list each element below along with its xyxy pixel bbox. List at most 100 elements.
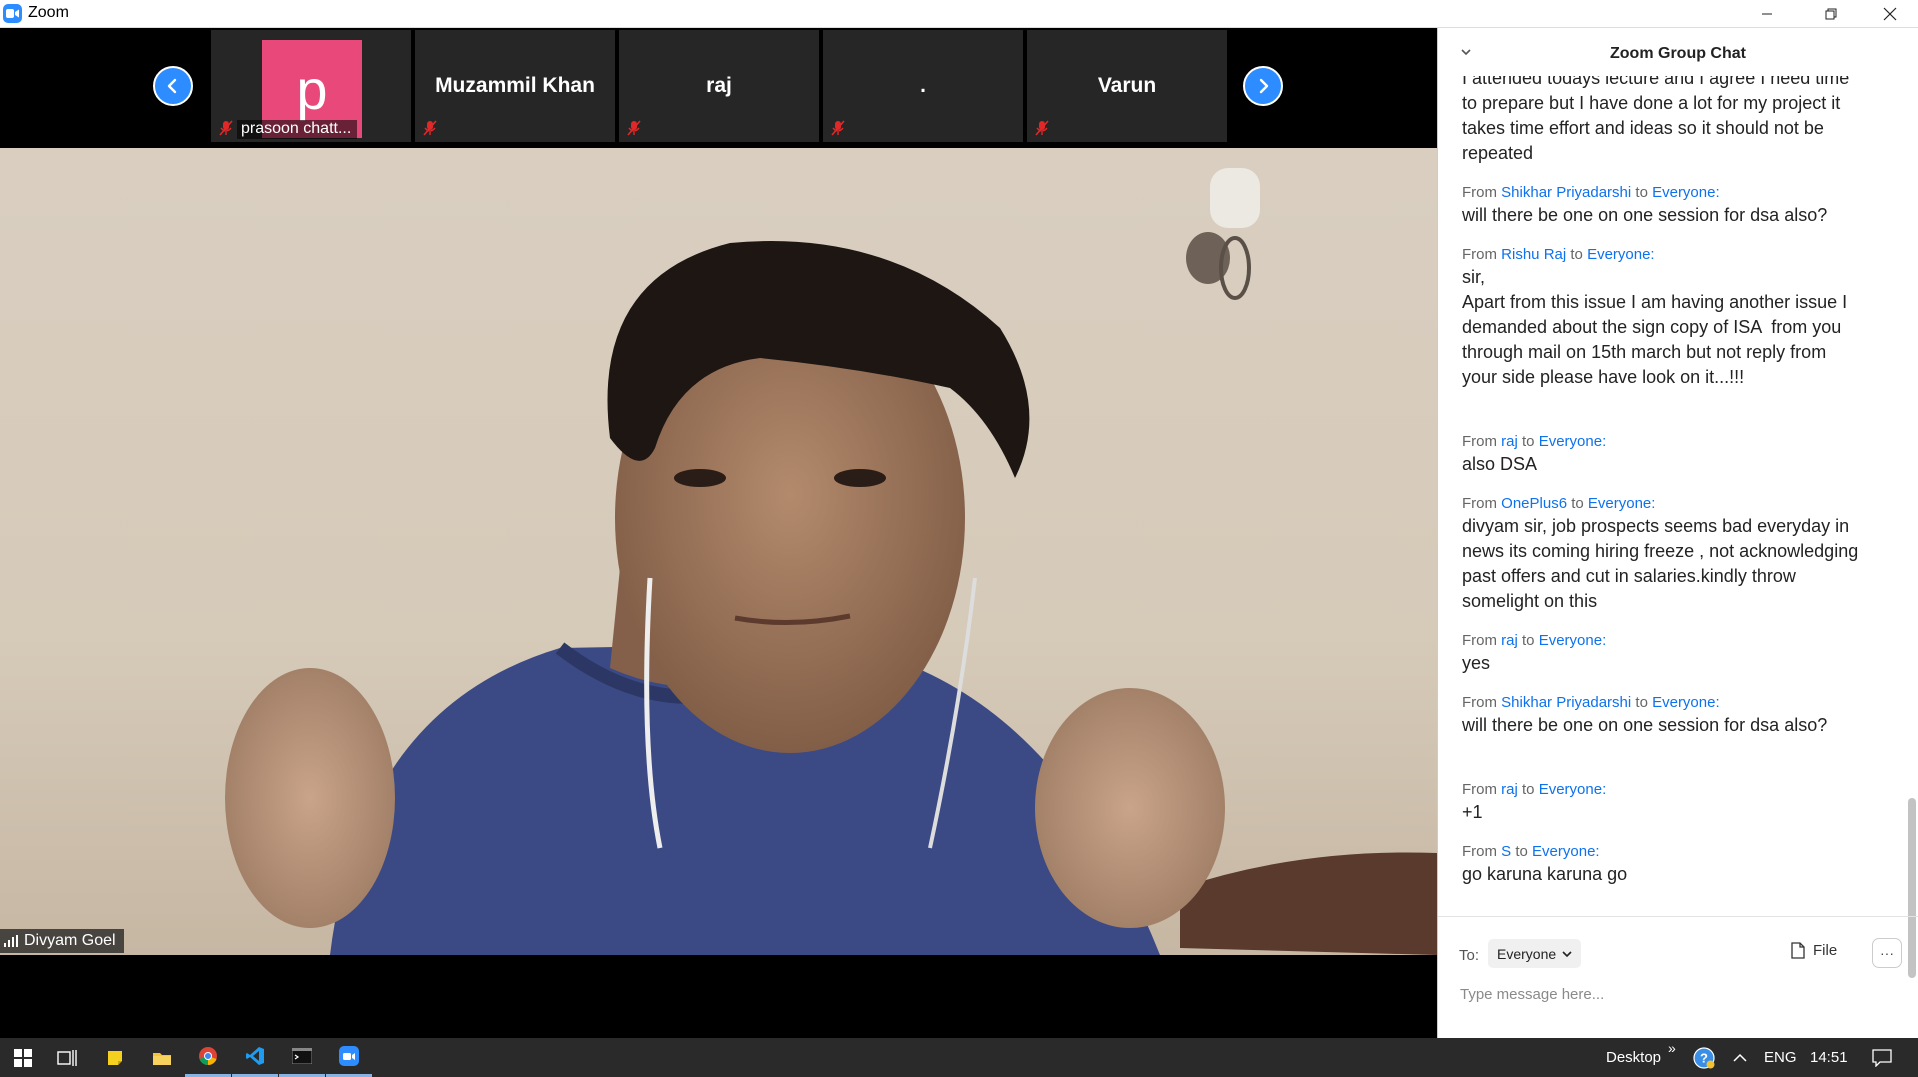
message-recipient[interactable]: Everyone: — [1539, 433, 1607, 450]
toolbar-overflow-icon[interactable]: » — [1668, 1040, 1676, 1056]
restore-button[interactable] — [1808, 0, 1854, 27]
task-view-button[interactable] — [44, 1038, 90, 1077]
more-options-button[interactable]: ··· — [1872, 938, 1902, 968]
message-header: From raj to Everyone: — [1462, 632, 1862, 649]
muted-mic-icon — [627, 120, 641, 136]
participant-tile[interactable]: Muzammil Khan — [415, 30, 615, 142]
message-sender[interactable]: OnePlus6 — [1501, 495, 1567, 512]
chevron-down-icon — [1562, 950, 1572, 957]
message-body: will there be one on one session for dsa… — [1462, 715, 1828, 735]
recipient-value: Everyone — [1497, 945, 1557, 962]
to-label: To: — [1459, 947, 1480, 964]
message-body: sir, Apart from this issue I am having a… — [1462, 267, 1848, 387]
message-recipient[interactable]: Everyone: — [1539, 781, 1607, 798]
to-word: to — [1522, 433, 1535, 450]
message-sender[interactable]: Shikhar Priyadarshi — [1501, 694, 1631, 711]
terminal-icon — [292, 1048, 312, 1064]
minimize-button[interactable] — [1744, 0, 1790, 27]
vscode-button[interactable] — [232, 1038, 278, 1077]
notification-icon — [1872, 1048, 1892, 1067]
desktop-toolbar-label[interactable]: Desktop — [1606, 1049, 1661, 1066]
participant-name: prasoon chatt... — [237, 120, 358, 139]
to-word: to — [1635, 184, 1648, 201]
participant-tile[interactable]: Varun — [1027, 30, 1227, 142]
message-recipient[interactable]: Everyone: — [1652, 694, 1720, 711]
message-header: From Shikhar Priyadarshi to Everyone: — [1462, 184, 1862, 201]
participant-name: Muzammil Khan — [435, 74, 595, 97]
file-button[interactable]: File — [1791, 942, 1837, 959]
message-recipient[interactable]: Everyone: — [1588, 495, 1656, 512]
chat-message: From Shikhar Priyadarshi to Everyone: wi… — [1462, 184, 1862, 228]
clock[interactable]: 14:51 — [1810, 1049, 1848, 1066]
participant-name: raj — [706, 74, 732, 97]
video-area: p prasoon chatt... Muzammil Khan raj . V… — [0, 28, 1437, 1038]
message-header: From raj to Everyone: — [1462, 433, 1862, 450]
participant-name: Varun — [1097, 74, 1157, 97]
chrome-button[interactable] — [185, 1038, 231, 1077]
chat-message: From raj to Everyone: yes — [1462, 632, 1862, 676]
chat-message-list[interactable]: I attended todays lecture and I agree I … — [1462, 76, 1862, 916]
message-sender[interactable]: Rishu Raj — [1501, 246, 1566, 263]
window-title: Zoom — [28, 4, 69, 21]
ellipsis-icon: ··· — [1880, 945, 1894, 961]
chevron-left-icon — [167, 78, 177, 94]
participant-strip: p prasoon chatt... Muzammil Khan raj . V… — [0, 28, 1437, 146]
sticky-notes-button[interactable] — [92, 1038, 138, 1077]
message-body: I attended todays lecture and I agree I … — [1462, 76, 1855, 163]
input-language[interactable]: ENG — [1764, 1049, 1797, 1066]
chat-message: From Shikhar Priyadarshi to Everyone: wi… — [1462, 694, 1862, 763]
windows-taskbar: Desktop » ? ENG 14:51 — [0, 1038, 1918, 1077]
previous-page-button[interactable] — [153, 66, 193, 106]
vscode-icon — [246, 1047, 264, 1065]
speaker-name: Divyam Goel — [24, 932, 116, 949]
action-center-button[interactable] — [1862, 1038, 1902, 1077]
zoom-icon — [339, 1046, 359, 1066]
chat-scrollbar[interactable] — [1908, 88, 1916, 978]
file-icon — [1791, 942, 1805, 959]
message-recipient[interactable]: Everyone: — [1532, 843, 1600, 860]
message-body: +1 — [1462, 802, 1483, 822]
title-bar: Zoom — [0, 0, 1918, 28]
participant-tile[interactable]: raj — [619, 30, 819, 142]
participant-tile[interactable]: p prasoon chatt... — [211, 30, 411, 142]
message-body: will there be one on one session for dsa… — [1462, 205, 1828, 225]
close-icon — [1883, 7, 1897, 20]
message-sender[interactable]: S — [1501, 843, 1511, 860]
message-sender[interactable]: raj — [1501, 781, 1518, 798]
chrome-icon — [199, 1047, 217, 1065]
message-sender[interactable]: raj — [1501, 632, 1518, 649]
chat-panel: Zoom Group Chat I attended todays lectur… — [1437, 28, 1918, 1038]
recipient-dropdown[interactable]: Everyone — [1488, 939, 1582, 968]
to-word: to — [1522, 632, 1535, 649]
minimize-icon — [1762, 13, 1772, 14]
zoom-taskbar-button[interactable] — [326, 1038, 372, 1077]
chat-message: From raj to Everyone: +1 — [1462, 781, 1862, 825]
speaker-video-frame — [225, 168, 1437, 955]
file-explorer-button[interactable] — [139, 1038, 185, 1077]
chevron-right-icon — [1259, 78, 1269, 94]
message-recipient[interactable]: Everyone: — [1587, 246, 1655, 263]
from-word: From — [1462, 184, 1497, 201]
wall-lamp — [1186, 168, 1260, 300]
muted-mic-icon — [831, 120, 845, 136]
message-sender[interactable]: Shikhar Priyadarshi — [1501, 184, 1631, 201]
zoom-app-icon — [3, 4, 22, 23]
message-body: also DSA — [1462, 454, 1538, 474]
next-page-button[interactable] — [1243, 66, 1283, 106]
message-sender[interactable]: raj — [1501, 433, 1518, 450]
participant-tile[interactable]: . — [823, 30, 1023, 142]
start-button[interactable] — [0, 1038, 46, 1077]
message-body: go karuna karuna go — [1462, 864, 1628, 884]
message-input[interactable] — [1458, 985, 1882, 1004]
message-body: divyam sir, job prospects seems bad ever… — [1462, 516, 1859, 611]
close-button[interactable] — [1867, 0, 1913, 27]
muted-mic-icon — [423, 120, 437, 136]
terminal-button[interactable] — [279, 1038, 325, 1077]
from-word: From — [1462, 694, 1497, 711]
help-tray-button[interactable]: ? — [1686, 1038, 1722, 1077]
from-word: From — [1462, 632, 1497, 649]
message-recipient[interactable]: Everyone: — [1539, 632, 1607, 649]
show-hidden-icons-button[interactable] — [1723, 1038, 1757, 1077]
from-word: From — [1462, 246, 1497, 263]
message-recipient[interactable]: Everyone: — [1652, 184, 1720, 201]
